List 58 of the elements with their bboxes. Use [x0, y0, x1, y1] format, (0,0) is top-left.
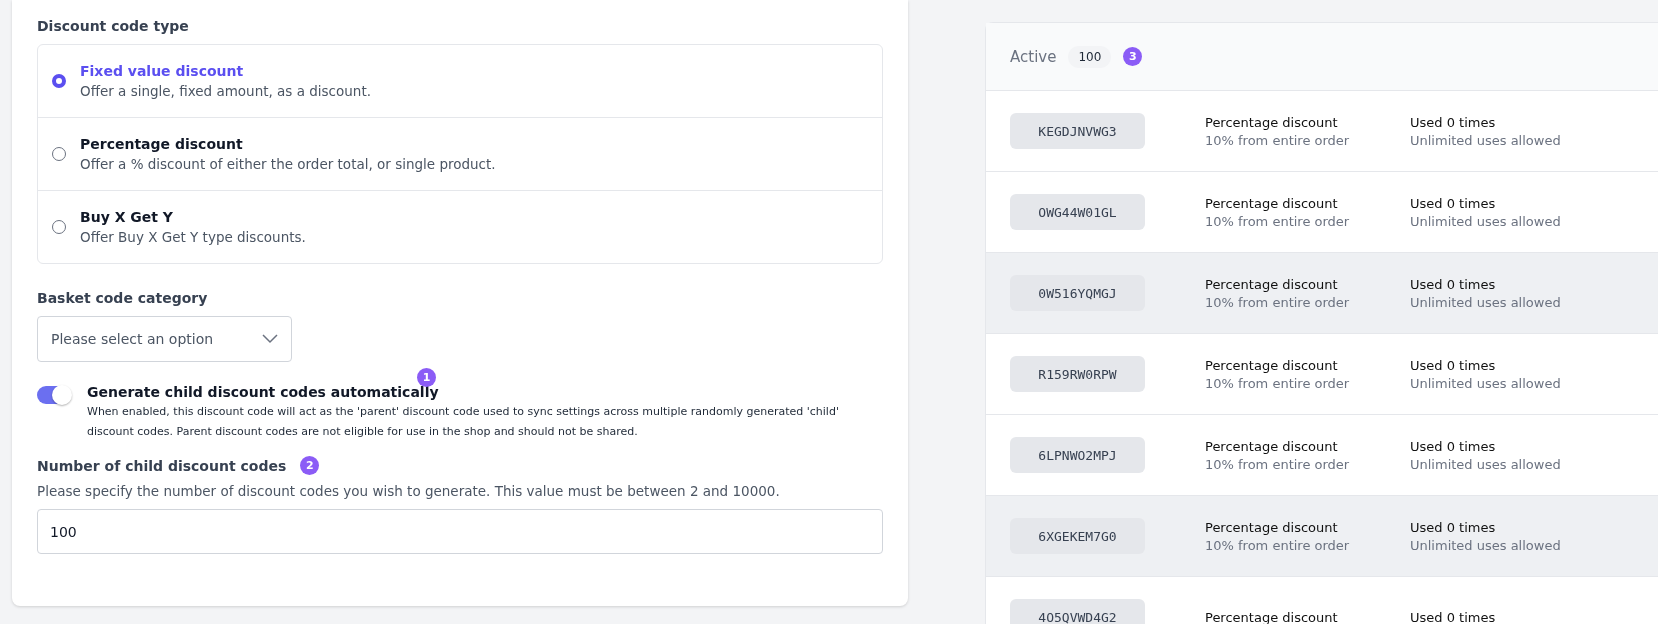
usage-count: Used 0 times — [1410, 357, 1497, 373]
discount-type: Percentage discount — [1205, 519, 1339, 535]
discount-detail: 10% from entire order — [1205, 456, 1351, 472]
discount-type: Percentage discount — [1205, 438, 1339, 454]
number-input[interactable]: 100 — [37, 509, 883, 554]
code-chip: 6XGEKEM7G0 — [1010, 518, 1145, 554]
code-chip: 4O5QVWD4G2 — [1010, 599, 1145, 624]
usage-count: Used 0 times — [1410, 114, 1497, 130]
discount-detail: 10% from entire order — [1205, 213, 1351, 229]
step-badge: 3 — [1123, 47, 1143, 66]
usage-count: Used 0 times — [1410, 519, 1497, 535]
radio-button[interactable] — [52, 74, 66, 88]
option-title: Fixed value discount — [80, 63, 245, 79]
option-title: Buy X Get Y — [80, 209, 174, 225]
code-chip: KEGDJNVWG3 — [1010, 113, 1145, 149]
usage-count: Used 0 times — [1410, 195, 1497, 211]
discount-type: Percentage discount — [1205, 357, 1339, 373]
toggle-switch[interactable] — [37, 386, 71, 404]
usage-limit: Unlimited uses allowed — [1410, 375, 1562, 391]
chevron-down-icon — [262, 334, 278, 344]
field-label: Basket code category — [37, 290, 209, 306]
usage-limit: Unlimited uses allowed — [1410, 456, 1562, 472]
code-chip: OWG44W01GL — [1010, 194, 1145, 230]
discount-detail: 10% from entire order — [1205, 294, 1351, 310]
tab-label: Active — [1010, 47, 1057, 66]
toggle-description: When enabled, this discount code will act as the 'parent' discount code used to sync settings across multiple randomly generated 'child' discount codes. Parent discount codes are not eligible for use in the shop and should not be shared. — [87, 404, 840, 440]
option-item[interactable]: Buy X Get Y Offer Buy X Get Y type discounts. — [38, 190, 882, 263]
category-select[interactable]: Please select an option — [37, 316, 292, 362]
option-description: Offer Buy X Get Y type discounts. — [80, 229, 306, 245]
option-item[interactable]: Percentage discount Offer a % discount of either the order total, or single product. — [38, 117, 882, 190]
usage-limit: Unlimited uses allowed — [1410, 537, 1562, 553]
help-text: Please specify the number of discount codes you wish to generate. This value must be between 2 and 10000. — [37, 483, 781, 499]
option-description: Offer a % discount of either the order total, or single product. — [80, 156, 496, 172]
discount-detail: 10% from entire order — [1205, 537, 1351, 553]
discount-type: Percentage discount — [1205, 114, 1339, 130]
usage-count: Used 0 times — [1410, 276, 1497, 292]
code-chip: 6LPNWO2MPJ — [1010, 437, 1145, 473]
usage-count: Used 0 times — [1410, 438, 1497, 454]
usage-limit: Unlimited uses allowed — [1410, 132, 1562, 148]
code-chip: R159RW0RPW — [1010, 356, 1145, 392]
discount-type: Percentage discount — [1205, 609, 1339, 624]
code-chip: 0W516YQMGJ — [1010, 275, 1145, 311]
field-label: Number of child discount codes — [37, 457, 287, 474]
discount-type: Percentage discount — [1205, 276, 1339, 292]
step-badge: 2 — [300, 456, 320, 475]
field-label: Discount code type — [37, 18, 190, 34]
option-description: Offer a single, fixed amount, as a discount. — [80, 83, 371, 99]
discount-type: Percentage discount — [1205, 195, 1339, 211]
step-badge: 1 — [417, 368, 436, 387]
discount-detail: 10% from entire order — [1205, 375, 1351, 391]
toggle-label: Generate child discount codes automatically — [87, 384, 440, 400]
option-item[interactable]: Fixed value discount Offer a single, fixed amount, as a discount. — [38, 45, 882, 117]
usage-limit: Unlimited uses allowed — [1410, 213, 1562, 229]
discount-detail: 10% from entire order — [1205, 132, 1351, 148]
count-badge: 100 — [1068, 45, 1112, 68]
usage-count: Used 0 times — [1410, 609, 1497, 624]
option-title: Percentage discount — [80, 136, 244, 152]
usage-limit: Unlimited uses allowed — [1410, 294, 1562, 310]
